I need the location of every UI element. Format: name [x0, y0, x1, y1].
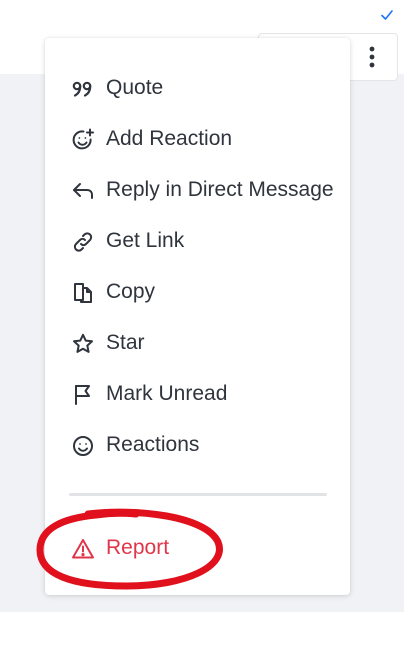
menu-item-copy[interactable]: Copy	[45, 269, 350, 315]
menu-item-label: Get Link	[106, 229, 185, 252]
menu-item-quote[interactable]: Quote	[45, 65, 350, 111]
menu-item-star[interactable]: Star	[45, 320, 350, 366]
copy-icon	[71, 281, 95, 305]
menu-item-label: Report	[106, 536, 170, 559]
menu-item-reactions[interactable]: Reactions	[45, 422, 350, 468]
quote-icon	[71, 77, 95, 101]
flag-icon	[71, 383, 95, 407]
menu-item-label: Star	[106, 331, 145, 354]
menu-item-reply-direct-message[interactable]: Reply in Direct Message	[45, 167, 350, 213]
menu-item-add-reaction[interactable]: Add Reaction	[45, 116, 350, 162]
menu-item-label: Reactions	[106, 433, 200, 456]
menu-item-get-link[interactable]: Get Link	[45, 218, 350, 264]
menu-item-report[interactable]: Report	[45, 525, 350, 571]
link-icon	[71, 230, 95, 254]
menu-item-label: Quote	[106, 76, 164, 99]
message-actions-menu: Quote Add Reaction Reply in Direct Messa…	[45, 38, 350, 595]
warning-icon	[71, 537, 95, 561]
more-options-button[interactable]	[352, 36, 392, 78]
menu-item-label: Add Reaction	[106, 127, 233, 150]
star-icon	[71, 332, 95, 356]
menu-item-label: Reply in Direct Message	[106, 178, 334, 201]
add-reaction-icon	[71, 128, 95, 152]
reply-arrow-icon	[71, 179, 95, 203]
composer-area	[0, 612, 404, 654]
menu-item-label: Mark Unread	[106, 382, 228, 405]
read-check-icon	[381, 10, 393, 20]
menu-divider	[69, 493, 327, 496]
kebab-icon	[369, 46, 375, 68]
menu-item-mark-unread[interactable]: Mark Unread	[45, 371, 350, 417]
menu-item-label: Copy	[106, 280, 156, 303]
smiley-icon	[71, 434, 95, 458]
